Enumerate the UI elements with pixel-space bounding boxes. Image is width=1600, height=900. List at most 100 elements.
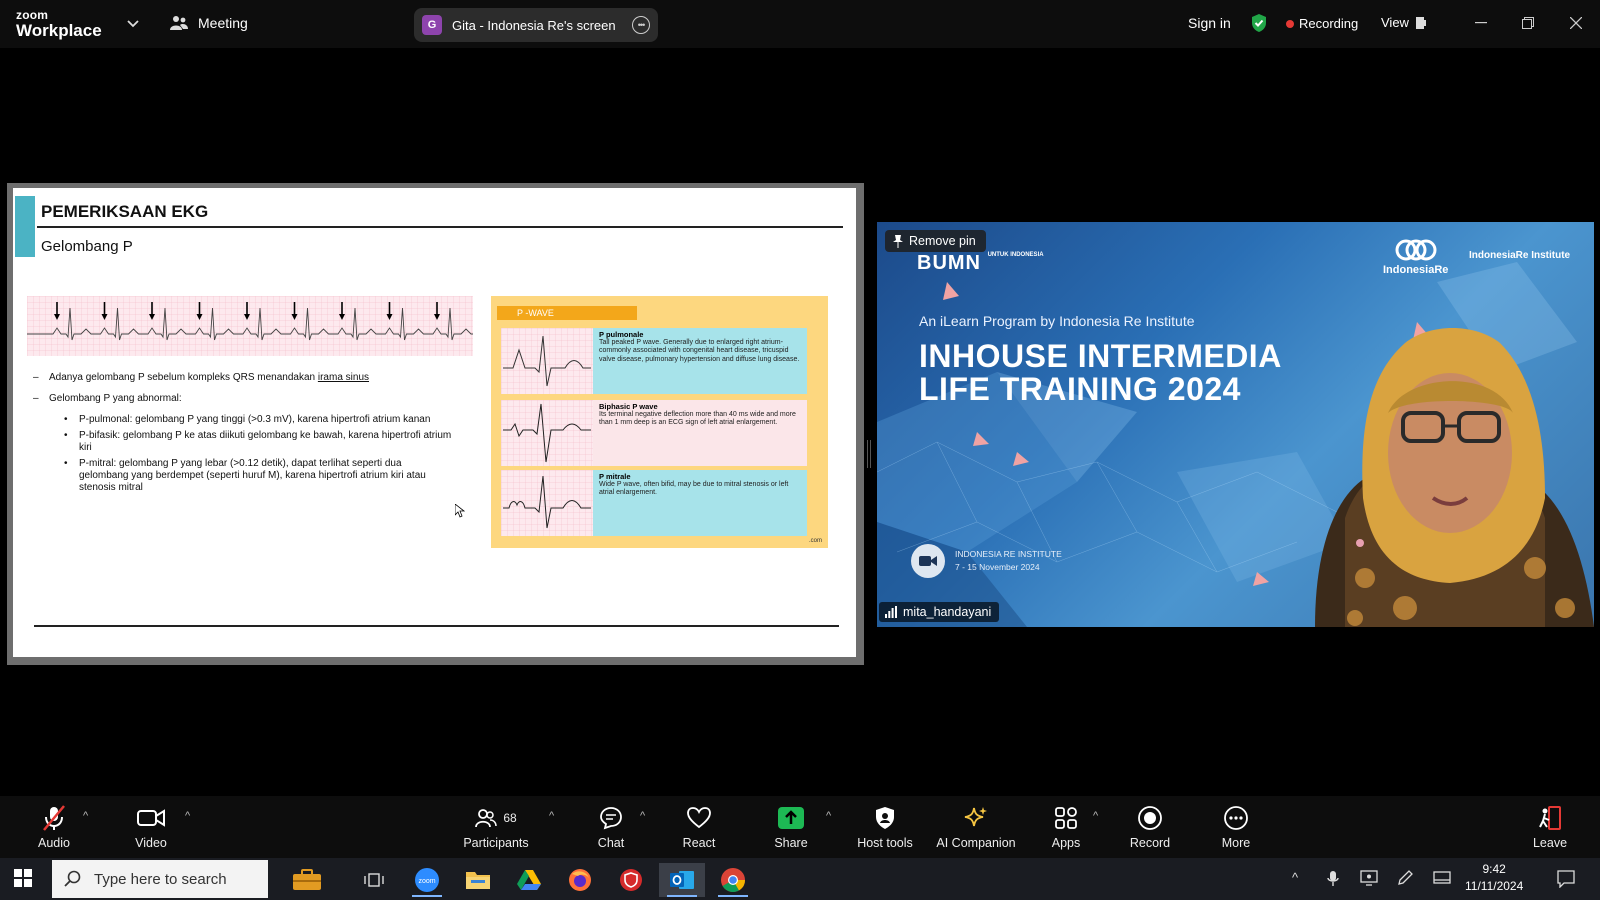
biphasic-p-ecg-image bbox=[501, 400, 593, 466]
outlook-icon bbox=[670, 871, 694, 889]
zoom-app-icon: zoom bbox=[415, 868, 439, 892]
clock-time: 9:42 bbox=[1482, 862, 1506, 876]
taskbar-clock[interactable]: 9:42 11/11/2024 bbox=[1465, 861, 1523, 895]
split-view-handle[interactable] bbox=[867, 440, 871, 468]
participants-options-caret-icon[interactable]: ^ bbox=[549, 810, 554, 822]
taskbar-chrome[interactable] bbox=[710, 863, 756, 897]
slide-accent-bar bbox=[15, 196, 35, 257]
chevron-down-icon[interactable] bbox=[124, 14, 142, 32]
people-icon bbox=[170, 16, 188, 30]
ekg-rhythm-strip bbox=[27, 296, 473, 356]
bumn-logo-text: BUMN bbox=[917, 252, 981, 274]
p-wave-infographic: P -WAVE P pulmonale Tall peaked P wave. G… bbox=[491, 296, 828, 548]
taskbar-search-box[interactable]: Type here to search bbox=[52, 860, 268, 898]
bullet-text: Adanya gelombang P sebelum kompleks QRS … bbox=[49, 372, 318, 383]
signal-strength-icon bbox=[885, 606, 897, 618]
react-button[interactable]: React bbox=[654, 804, 744, 850]
close-button[interactable] bbox=[1562, 10, 1590, 36]
notification-center-icon[interactable] bbox=[1557, 870, 1575, 888]
biphasic-p-text: Its terminal negative deflection more th… bbox=[599, 411, 796, 427]
google-drive-icon bbox=[517, 870, 541, 890]
share-screen-icon bbox=[778, 807, 804, 829]
sub-bullet: P-mitral: gelombang P yang lebar (>0.12 … bbox=[33, 458, 453, 494]
windows-start-icon[interactable] bbox=[14, 869, 32, 887]
tray-display-icon[interactable] bbox=[1360, 870, 1378, 886]
leave-button[interactable]: Leave bbox=[1505, 804, 1595, 850]
minimize-button[interactable] bbox=[1467, 10, 1495, 36]
search-icon bbox=[64, 870, 81, 887]
remove-pin-button[interactable]: Remove pin bbox=[885, 230, 986, 252]
taskbar-briefcase-app[interactable] bbox=[284, 863, 330, 897]
leave-label: Leave bbox=[1532, 836, 1568, 850]
meeting-menu[interactable]: Meeting bbox=[170, 15, 248, 31]
host-tools-label: Host tools bbox=[857, 836, 913, 850]
tray-network-icon[interactable] bbox=[1433, 870, 1451, 886]
recording-indicator[interactable]: Recording bbox=[1286, 16, 1358, 31]
restore-icon bbox=[1522, 17, 1534, 29]
more-label: More bbox=[1221, 836, 1251, 850]
indonesia-re-logo-text: IndonesiaRe bbox=[1383, 264, 1449, 276]
p-wave-tab-label: P -WAVE bbox=[497, 306, 637, 320]
ai-companion-button[interactable]: AI Companion bbox=[926, 804, 1026, 850]
record-label: Record bbox=[1129, 836, 1171, 850]
slide-divider-top bbox=[37, 226, 843, 228]
view-menu[interactable]: View bbox=[1381, 15, 1427, 30]
record-button[interactable]: Record bbox=[1105, 804, 1195, 850]
apps-icon bbox=[1055, 807, 1077, 829]
host-tools-shield-icon bbox=[876, 807, 894, 829]
taskbar-outlook[interactable] bbox=[659, 863, 705, 897]
participants-count: 68 bbox=[503, 811, 517, 825]
p-pulmonale-ecg-image bbox=[501, 328, 593, 394]
react-label: React bbox=[682, 836, 716, 850]
participants-button[interactable]: 68 Participants bbox=[451, 804, 541, 850]
sharer-avatar: G bbox=[422, 15, 442, 35]
restore-button[interactable] bbox=[1514, 10, 1542, 36]
meeting-label: Meeting bbox=[198, 15, 248, 31]
audio-options-caret-icon[interactable]: ^ bbox=[83, 810, 88, 822]
p-pulmonale-title: P pulmonale bbox=[599, 330, 644, 339]
mouse-cursor-icon bbox=[455, 504, 465, 518]
windows-taskbar: Type here to search zoom ^ 9:42 11/11/20… bbox=[0, 858, 1600, 900]
participant-name: mita_handayani bbox=[903, 605, 992, 619]
share-options-caret-icon[interactable]: ^ bbox=[826, 810, 831, 822]
slide-subtitle: Gelombang P bbox=[41, 238, 133, 255]
task-view-icon bbox=[364, 873, 384, 887]
p-mitrale-text: Wide P wave, often bifid, may be due to … bbox=[599, 481, 789, 497]
screen-share-indicator[interactable]: G Gita - Indonesia Re's screen ••• bbox=[414, 8, 658, 42]
apps-label: Apps bbox=[1051, 836, 1081, 850]
logo-big-text: Workplace bbox=[16, 21, 102, 40]
taskbar-search-placeholder: Type here to search bbox=[94, 870, 227, 888]
participant-name-tag: mita_handayani bbox=[879, 602, 1000, 622]
apps-options-caret-icon[interactable]: ^ bbox=[1093, 810, 1098, 822]
audio-label: Audio bbox=[38, 836, 70, 850]
video-button[interactable]: Video bbox=[106, 804, 196, 850]
tray-microphone-icon[interactable] bbox=[1327, 870, 1339, 888]
chat-options-caret-icon[interactable]: ^ bbox=[640, 810, 645, 822]
task-view-button[interactable] bbox=[351, 863, 397, 897]
taskbar-google-drive[interactable] bbox=[506, 863, 552, 897]
indonesia-re-mark-icon bbox=[1395, 239, 1437, 261]
more-button[interactable]: More bbox=[1191, 804, 1281, 850]
microphone-muted-icon bbox=[43, 805, 65, 831]
indonesia-re-logo: IndonesiaRe bbox=[1383, 239, 1448, 276]
share-button[interactable]: Share bbox=[746, 804, 836, 850]
taskbar-security-app[interactable] bbox=[608, 863, 654, 897]
meeting-controls-toolbar: Audio ^ Video ^ 68 Participants ^ Chat ^… bbox=[0, 796, 1600, 858]
video-options-caret-icon[interactable]: ^ bbox=[185, 810, 190, 822]
show-hidden-icons-chevron-up-icon[interactable]: ^ bbox=[1292, 870, 1298, 885]
participant-video-tile[interactable]: Remove pin BUMN UNTUK INDONESIA Indonesi… bbox=[877, 222, 1594, 627]
tray-pen-icon[interactable] bbox=[1397, 870, 1413, 886]
sign-in-link[interactable]: Sign in bbox=[1188, 15, 1231, 31]
sub-bullet: P-bifasik: gelombang P ke atas diikuti g… bbox=[33, 430, 453, 454]
chat-icon bbox=[600, 807, 622, 830]
taskbar-firefox[interactable] bbox=[557, 863, 603, 897]
host-tools-button[interactable]: Host tools bbox=[840, 804, 930, 850]
p-mitrale-row: P mitrale Wide P wave, often bifid, may b… bbox=[501, 470, 807, 536]
taskbar-zoom-app[interactable]: zoom bbox=[404, 863, 450, 897]
chat-label: Chat bbox=[597, 836, 625, 850]
more-options-icon[interactable]: ••• bbox=[632, 16, 650, 34]
pin-icon bbox=[893, 234, 903, 248]
shield-check-icon[interactable] bbox=[1250, 13, 1268, 33]
view-layout-icon bbox=[1415, 16, 1426, 29]
taskbar-file-explorer[interactable] bbox=[455, 863, 501, 897]
